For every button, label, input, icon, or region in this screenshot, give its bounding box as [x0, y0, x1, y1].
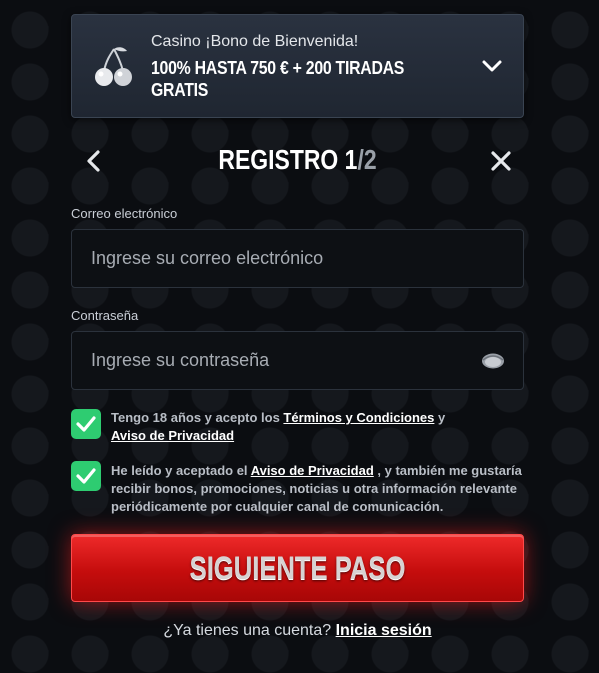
terms-text-before: Tengo 18 años y acepto los	[111, 410, 284, 425]
terms-consent-text: Tengo 18 años y acepto los Términos y Co…	[111, 409, 524, 445]
password-label: Contraseña	[71, 308, 139, 323]
login-prompt: ¿Ya tienes una cuenta? Inicia sesión	[71, 622, 524, 640]
chevron-left-icon[interactable]	[83, 150, 105, 172]
terms-link[interactable]: Términos y Condiciones	[283, 410, 434, 425]
check-icon	[76, 468, 96, 484]
check-icon	[76, 416, 96, 432]
title-step: REGISTRO 1	[218, 144, 358, 175]
password-field[interactable]	[72, 332, 523, 389]
marketing-checkbox[interactable]	[71, 461, 101, 491]
next-step-label: SIGUIENTE PASO	[189, 550, 406, 586]
promo-subtitle: Casino ¡Bono de Bienvenida!	[151, 33, 359, 50]
page-title: REGISTRO 1/2	[112, 144, 483, 176]
login-link[interactable]: Inicia sesión	[336, 622, 432, 639]
eye-icon[interactable]	[481, 351, 505, 371]
registration-panel: Casino ¡Bono de Bienvenida! 100% HASTA 7…	[71, 0, 524, 673]
privacy-link[interactable]: Aviso de Privacidad	[111, 428, 234, 443]
cherry-icon	[95, 47, 132, 86]
terms-text-mid: y	[434, 410, 446, 425]
chevron-down-icon[interactable]	[481, 55, 503, 77]
close-icon[interactable]	[490, 150, 512, 172]
email-field[interactable]	[72, 230, 523, 287]
email-label: Correo electrónico	[71, 206, 178, 221]
marketing-privacy-link[interactable]: Aviso de Privacidad	[251, 463, 374, 478]
promo-title: 100% HASTA 750 € + 200 TIRADAS GRATIS	[151, 58, 405, 100]
welcome-bonus-banner[interactable]: Casino ¡Bono de Bienvenida! 100% HASTA 7…	[71, 14, 524, 118]
email-field-wrapper	[71, 229, 524, 288]
password-field-wrapper	[71, 331, 524, 390]
step-header: REGISTRO 1/2	[71, 138, 524, 184]
title-total: 2	[363, 144, 377, 175]
terms-checkbox[interactable]	[71, 409, 101, 439]
login-question: ¿Ya tienes una cuenta?	[163, 622, 336, 639]
next-step-button[interactable]: SIGUIENTE PASO	[71, 534, 524, 602]
marketing-consent-text: He leído y aceptado el Aviso de Privacid…	[111, 462, 524, 516]
marketing-text-before: He leído y aceptado el	[111, 463, 251, 478]
